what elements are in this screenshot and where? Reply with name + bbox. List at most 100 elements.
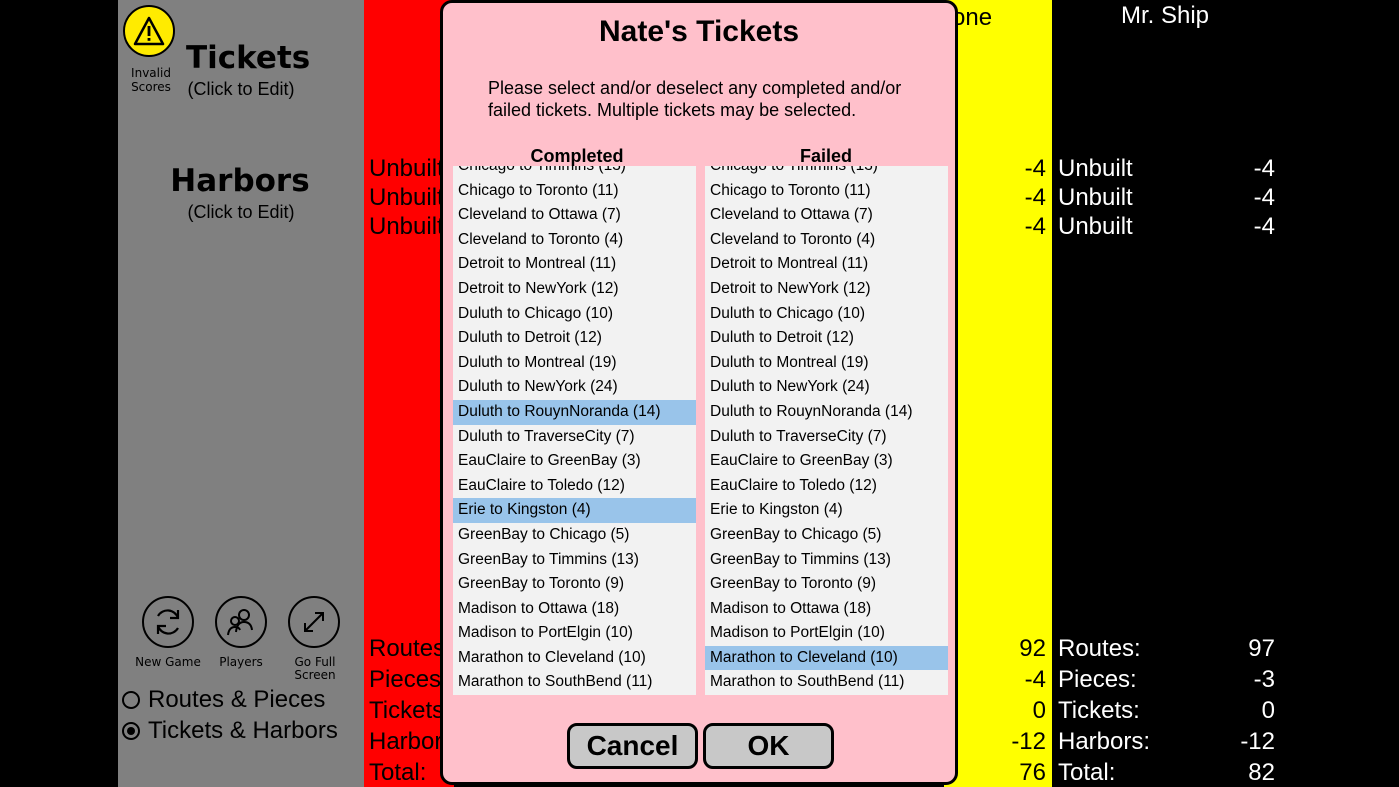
completed-ticket-item[interactable]: Duluth to RouynNoranda (14) [453,399,696,425]
yellow-harbor-1: -4 [1024,155,1046,182]
completed-ticket-item[interactable]: Madison to PortElgin (10) [453,621,696,646]
completed-ticket-item[interactable]: Marathon to Cleveland (10) [453,646,696,671]
view-option-label: Routes & Pieces [148,686,326,713]
tickets-edit-hint[interactable]: (Click to Edit) [176,79,306,100]
completed-ticket-item[interactable]: GreenBay to Chicago (5) [453,523,696,548]
ship-routes-label: Routes: [1058,635,1141,662]
completed-ticket-item[interactable]: EauClaire to GreenBay (3) [453,449,696,474]
yellow-harbor-2: -4 [1024,184,1046,211]
completed-ticket-item[interactable]: Chicago to Timmins (13) [453,166,696,179]
failed-ticket-item[interactable]: Duluth to NewYork (24) [705,375,948,400]
full-screen-button[interactable] [288,596,340,648]
mr-ship-name: Mr. Ship [1121,2,1210,29]
ship-tickets-label: Tickets: [1058,697,1140,724]
completed-ticket-item[interactable]: Duluth to Detroit (12) [453,326,696,351]
failed-ticket-item[interactable]: Duluth to RouynNoranda (14) [705,400,948,425]
ship-harbor-3-value: -4 [1253,213,1275,240]
red-total-label: Total: [369,759,427,786]
ship-harbors-value: -12 [1240,728,1275,755]
players-button[interactable] [215,596,267,648]
failed-ticket-item[interactable]: Duluth to Montreal (19) [705,351,948,376]
ship-harbors-label: Harbors: [1058,728,1151,755]
failed-ticket-item[interactable]: Cleveland to Ottawa (7) [705,203,948,228]
completed-ticket-item[interactable]: Detroit to Montreal (11) [453,252,696,277]
red-harbor-1: Unbuilt [369,155,444,182]
radio-button-selected[interactable] [122,722,140,740]
completed-ticket-list[interactable]: Chicago to Timmins (13)Chicago to Toront… [453,166,696,695]
completed-ticket-item[interactable]: Duluth to Montreal (19) [453,351,696,376]
ship-total-value: 82 [1248,759,1275,786]
yellow-player-name: one [952,4,993,31]
failed-ticket-item[interactable]: Duluth to Detroit (12) [705,326,948,351]
yellow-tickets-value: 0 [1032,697,1046,724]
failed-ticket-item[interactable]: Duluth to Chicago (10) [705,302,948,327]
completed-ticket-item[interactable]: EauClaire to Toledo (12) [453,474,696,499]
failed-ticket-item[interactable]: GreenBay to Chicago (5) [705,523,948,548]
completed-ticket-item[interactable]: GreenBay to Toronto (9) [453,572,696,597]
failed-ticket-item[interactable]: Detroit to Montreal (11) [705,252,948,277]
tickets-dialog: Nate's Tickets Please select and/or dese… [440,0,958,785]
failed-ticket-item[interactable]: Madison to Ottawa (18) [705,597,948,622]
harbors-title[interactable]: Harbors [160,163,320,199]
completed-ticket-item[interactable]: Chicago to Toronto (11) [453,179,696,204]
failed-ticket-item[interactable]: Duluth to TraverseCity (7) [705,425,948,450]
completed-ticket-item[interactable]: GreenBay to Timmins (13) [453,548,696,573]
failed-ticket-item[interactable]: Detroit to NewYork (12) [705,277,948,302]
users-icon [227,609,253,636]
failed-ticket-item[interactable]: Erie to Kingston (4) [705,498,948,523]
harbors-edit-hint[interactable]: (Click to Edit) [176,202,306,223]
ok-button[interactable]: OK [703,723,834,769]
radio-button[interactable] [122,691,140,709]
failed-ticket-item[interactable]: Chicago to Timmins (13) [705,166,948,179]
view-option-routes-pieces[interactable]: Routes & Pieces [122,686,325,714]
cancel-button[interactable]: Cancel [567,723,698,769]
dialog-title: Nate's Tickets [598,15,800,48]
new-game-label: New Game [135,655,201,669]
completed-ticket-item[interactable]: Madison to Ottawa (18) [453,597,696,622]
expand-icon [304,612,324,632]
ship-pieces-label: Pieces: [1058,666,1137,693]
red-tickets-label: Tickets: [369,697,451,724]
yellow-pieces-value: -4 [1024,666,1046,693]
completed-ticket-item[interactable]: Duluth to TraverseCity (7) [453,425,696,450]
failed-ticket-item[interactable]: Madison to PortElgin (10) [705,621,948,646]
completed-ticket-item[interactable]: Detroit to NewYork (12) [453,277,696,302]
completed-header: Completed [530,146,624,166]
failed-ticket-item[interactable]: GreenBay to Toronto (9) [705,572,948,597]
failed-ticket-list[interactable]: Chicago to Timmins (13)Chicago to Toront… [705,166,948,695]
completed-ticket-item[interactable]: Cleveland to Ottawa (7) [453,203,696,228]
ship-harbor-1-value: -4 [1253,155,1275,182]
failed-ticket-item[interactable]: Cleveland to Toronto (4) [705,228,948,253]
completed-ticket-item[interactable]: Cleveland to Toronto (4) [453,228,696,253]
red-harbor-2: Unbuilt [369,184,444,211]
completed-ticket-item[interactable]: Erie to Kingston (4) [453,498,696,523]
warning-icon[interactable] [123,5,175,57]
new-game-button[interactable] [142,596,194,648]
ship-harbor-1-label: Unbuilt [1058,155,1133,182]
yellow-routes-value: 92 [1019,635,1046,662]
yellow-harbors-value: -12 [1011,728,1046,755]
dialog-message: Please select and/or deselect any comple… [488,78,902,120]
ship-harbor-2-value: -4 [1253,184,1275,211]
view-option-label: Tickets & Harbors [148,717,338,744]
ship-tickets-value: 0 [1261,697,1275,724]
refresh-icon [156,609,180,635]
full-screen-label: Go Full Screen [294,655,336,682]
failed-ticket-item[interactable]: EauClaire to GreenBay (3) [705,449,948,474]
completed-ticket-item[interactable]: Marathon to SouthBend (11) [453,670,696,695]
tickets-title[interactable]: Tickets [186,40,310,76]
failed-ticket-item[interactable]: Marathon to Cleveland (10) [705,645,948,671]
view-option-tickets-harbors[interactable]: Tickets & Harbors [122,717,338,745]
yellow-harbor-3: -4 [1024,213,1046,240]
completed-ticket-item[interactable]: Duluth to Chicago (10) [453,302,696,327]
ship-harbor-2-label: Unbuilt [1058,184,1133,211]
failed-ticket-item[interactable]: Chicago to Toronto (11) [705,179,948,204]
completed-ticket-item[interactable]: Duluth to NewYork (24) [453,375,696,400]
ship-total-label: Total: [1058,759,1116,786]
failed-ticket-item[interactable]: Marathon to SouthBend (11) [705,670,948,695]
failed-header: Failed [799,146,852,166]
failed-ticket-item[interactable]: EauClaire to Toledo (12) [705,474,948,499]
yellow-total-value: 76 [1019,759,1046,786]
ship-harbor-3-label: Unbuilt [1058,213,1133,240]
failed-ticket-item[interactable]: GreenBay to Timmins (13) [705,548,948,573]
